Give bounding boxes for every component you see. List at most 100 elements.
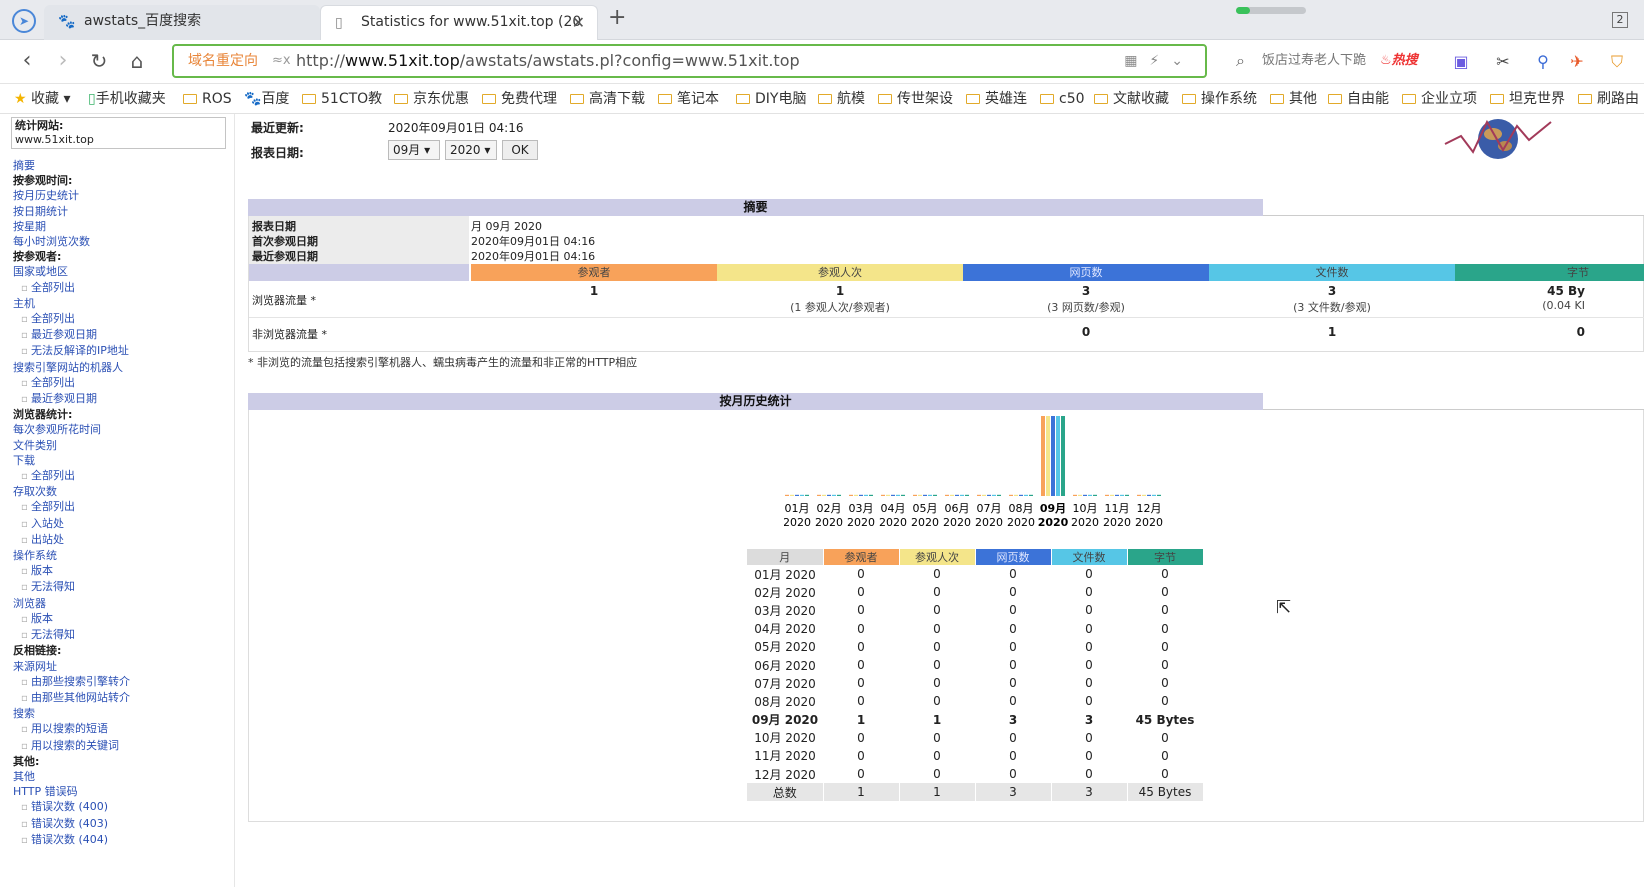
- shield-icon[interactable]: ⛉: [1606, 52, 1628, 72]
- bookmark-folder[interactable]: 自由能: [1328, 84, 1389, 113]
- table-cell: 0: [1161, 603, 1169, 618]
- chart-month-label: 12月: [1137, 502, 1162, 515]
- tab-count[interactable]: 2: [1612, 12, 1628, 28]
- menu-link[interactable]: 主机: [13, 296, 130, 311]
- tab-awstats[interactable]: ▯ Statistics for www.51xit.top (20 ✕: [320, 5, 598, 40]
- menu-link[interactable]: 入站处: [13, 516, 130, 532]
- chart-year-label: 2020: [975, 516, 1003, 529]
- menu-link[interactable]: 由那些搜索引擎转介: [13, 674, 130, 690]
- menu-link[interactable]: 按星期: [13, 219, 130, 234]
- menu-link[interactable]: 全部列出: [13, 375, 130, 391]
- magnifier-icon[interactable]: ⚲: [1532, 52, 1554, 72]
- bookmark-folder[interactable]: c50: [1040, 84, 1085, 113]
- menu-link[interactable]: 浏览器: [13, 596, 130, 611]
- redirect-label[interactable]: 域名重定向: [188, 46, 258, 76]
- bookmark-folder[interactable]: DIY电脑: [736, 84, 806, 113]
- menu-link[interactable]: 全部列出: [13, 499, 130, 515]
- address-bar-icons[interactable]: ▦⚡⌄: [1124, 46, 1195, 76]
- menu-link[interactable]: 存取次数: [13, 484, 130, 499]
- bookmark-folder[interactable]: 笔记本: [658, 84, 719, 113]
- bookmark-folder[interactable]: 51CTO教: [302, 84, 382, 113]
- back-icon[interactable]: ‹: [12, 46, 42, 76]
- year-select[interactable]: 2020 ▾: [445, 140, 497, 160]
- menu-link[interactable]: 按日期统计: [13, 204, 130, 219]
- bookmark-folder[interactable]: 刷路由: [1578, 84, 1639, 113]
- menu-link[interactable]: 每次参观所花时间: [13, 422, 130, 437]
- bookmark-baidu[interactable]: 🐾百度: [244, 84, 289, 113]
- bookmark-folder[interactable]: 京东优惠: [394, 84, 469, 113]
- bookmark-folder[interactable]: 免费代理: [482, 84, 557, 113]
- menu-link[interactable]: 用以搜索的关键词: [13, 738, 130, 754]
- menu-link[interactable]: 摘要: [13, 158, 130, 173]
- browser-traffic-value: 3: [1327, 284, 1337, 298]
- menu-link[interactable]: 错误次数 (403): [13, 816, 130, 832]
- table-cell: 0: [1009, 676, 1017, 691]
- menu-link[interactable]: 其他: [13, 769, 130, 784]
- bookmark-folder[interactable]: 操作系统: [1182, 84, 1257, 113]
- bookmark-folder[interactable]: 英雄连: [966, 84, 1027, 113]
- tab-baidu-search[interactable]: 🐾 awstats_百度搜索: [44, 5, 320, 40]
- forward-icon[interactable]: ›: [48, 46, 78, 76]
- menu-section-heading: 按参观时间:: [13, 174, 73, 188]
- home-icon[interactable]: ⌂: [122, 46, 152, 76]
- menu-link[interactable]: 无法得知: [13, 579, 130, 595]
- menu-link[interactable]: HTTP 错误码: [13, 784, 130, 799]
- table-cell: 1: [856, 712, 866, 727]
- menu-link[interactable]: 版本: [13, 611, 130, 627]
- menu-link[interactable]: 按月历史统计: [13, 188, 130, 203]
- menu-link[interactable]: 全部列出: [13, 311, 130, 327]
- translate-icon[interactable]: ▣: [1450, 52, 1472, 72]
- menu-link[interactable]: 无法得知: [13, 627, 130, 643]
- month-select[interactable]: 09月 ▾: [388, 140, 440, 160]
- bookmark-folder[interactable]: ROS: [183, 84, 232, 113]
- url-text[interactable]: http://www.51xit.top/awstats/awstats.pl?…: [296, 46, 800, 76]
- table-cell: 02月 2020: [754, 585, 816, 600]
- chart-year-label: 2020: [1007, 516, 1035, 529]
- bookmark-folder[interactable]: 坦克世界: [1490, 84, 1565, 113]
- bookmark-folder[interactable]: 文献收藏: [1094, 84, 1169, 113]
- reload-icon[interactable]: ↻: [84, 46, 114, 76]
- menu-link[interactable]: 操作系统: [13, 548, 130, 563]
- bookmark-folder[interactable]: 航模: [818, 84, 865, 113]
- menu-link[interactable]: 错误次数 (400): [13, 799, 130, 815]
- browser-traffic-value: 1: [835, 284, 845, 298]
- menu-link[interactable]: 全部列出: [13, 280, 130, 296]
- redirect-close-icon[interactable]: ≈x: [272, 46, 291, 76]
- ok-button[interactable]: OK: [502, 140, 538, 160]
- folder-icon: [736, 94, 750, 104]
- star-icon: ★: [14, 91, 27, 107]
- table-cell: 1: [823, 783, 900, 802]
- table-cell: 0: [1085, 730, 1093, 745]
- scissors-icon[interactable]: ✂: [1492, 52, 1514, 72]
- bookmark-folder[interactable]: 高清下载: [570, 84, 645, 113]
- new-tab-button[interactable]: +: [608, 5, 626, 30]
- menu-link[interactable]: 最近参观日期: [13, 327, 130, 343]
- menu-link[interactable]: 出站处: [13, 532, 130, 548]
- menu-link[interactable]: 搜索引擎网站的机器人: [13, 360, 130, 375]
- menu-link[interactable]: 版本: [13, 563, 130, 579]
- chart-bar: [827, 494, 831, 496]
- menu-link[interactable]: 文件类别: [13, 438, 130, 453]
- folder-icon: [1490, 94, 1504, 104]
- close-icon[interactable]: ✕: [572, 6, 585, 39]
- menu-link[interactable]: 用以搜索的短语: [13, 721, 130, 737]
- bookmark-folder[interactable]: 传世架设: [878, 84, 953, 113]
- hot-search-badge[interactable]: ♨热搜: [1380, 44, 1418, 78]
- game-icon[interactable]: ✈: [1566, 52, 1588, 72]
- menu-link[interactable]: 错误次数 (404): [13, 832, 130, 848]
- address-bar[interactable]: 域名重定向 ≈x http://www.51xit.top/awstats/aw…: [172, 44, 1207, 78]
- menu-link[interactable]: 由那些其他网站转介: [13, 690, 130, 706]
- menu-link[interactable]: 下载: [13, 453, 130, 468]
- menu-link[interactable]: 每小时浏览次数: [13, 234, 130, 249]
- menu-link[interactable]: 无法反解译的IP地址: [13, 343, 130, 359]
- bookmark-folder[interactable]: 其他: [1270, 84, 1317, 113]
- bookmark-folder[interactable]: 企业立项: [1402, 84, 1477, 113]
- menu-link[interactable]: 来源网址: [13, 659, 130, 674]
- bookmark-mobile[interactable]: ▯手机收藏夹: [88, 84, 166, 113]
- menu-link[interactable]: 国家或地区: [13, 264, 130, 279]
- menu-link[interactable]: 最近参观日期: [13, 391, 130, 407]
- menu-link[interactable]: 全部列出: [13, 468, 130, 484]
- bookmark-favorites[interactable]: ★ 收藏 ▾: [14, 84, 71, 113]
- compass-icon[interactable]: ➤: [12, 9, 36, 33]
- menu-link[interactable]: 搜索: [13, 706, 130, 721]
